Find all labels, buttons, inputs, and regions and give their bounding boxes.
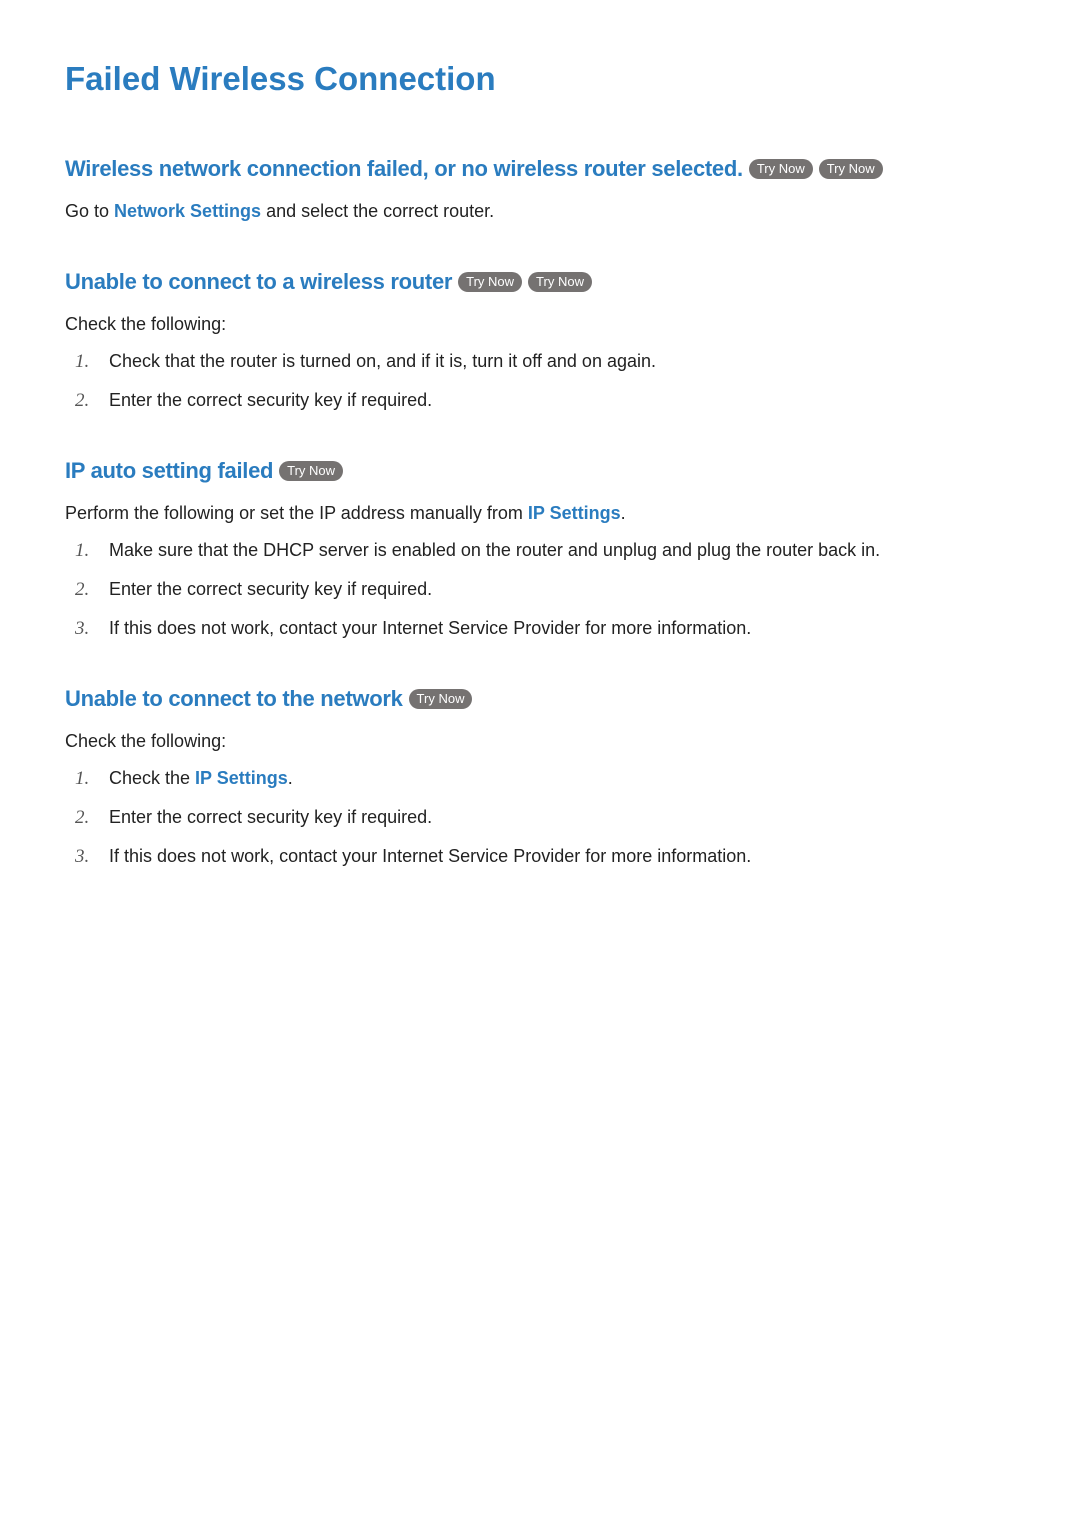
list-text: If this does not work, contact your Inte… — [109, 846, 751, 866]
text: Go to — [65, 201, 114, 221]
list-number: 2. — [75, 387, 89, 416]
page-title: Failed Wireless Connection — [65, 60, 1020, 98]
text: . — [621, 503, 626, 523]
text: and select the correct router. — [261, 201, 494, 221]
section-heading: Unable to connect to the network — [65, 686, 403, 712]
steps-list: 1. Check that the router is turned on, an… — [65, 348, 1020, 414]
section-heading: Unable to connect to a wireless router — [65, 269, 452, 295]
section-unable-connect-network: Unable to connect to the network Try Now… — [65, 686, 1020, 870]
list-number: 1. — [75, 765, 89, 794]
text: . — [288, 768, 293, 788]
list-number: 2. — [75, 804, 89, 833]
list-text: Check that the router is turned on, and … — [109, 351, 656, 371]
section-unable-connect-router: Unable to connect to a wireless router T… — [65, 269, 1020, 414]
steps-list: 1. Check the IP Settings. 2. Enter the cor… — [65, 765, 1020, 870]
list-item: 2. Enter the correct security key if requ… — [65, 804, 1020, 831]
list-item: 1. Check that the router is turned on, an… — [65, 348, 1020, 375]
list-text: Make sure that the DHCP server is enable… — [109, 540, 880, 560]
try-now-button[interactable]: Try Now — [409, 689, 473, 709]
list-text: If this does not work, contact your Inte… — [109, 618, 751, 638]
list-number: 1. — [75, 348, 89, 377]
list-item: 2. Enter the correct security key if requ… — [65, 576, 1020, 603]
text: Check the — [109, 768, 195, 788]
section-body: Perform the following or set the IP addr… — [65, 500, 1020, 527]
list-number: 2. — [75, 576, 89, 605]
section-body: Check the following: — [65, 311, 1020, 338]
list-text: Enter the correct security key if requir… — [109, 390, 432, 410]
section-heading: Wireless network connection failed, or n… — [65, 156, 743, 182]
try-now-button[interactable]: Try Now — [528, 272, 592, 292]
text: Perform the following or set the IP addr… — [65, 503, 528, 523]
section-heading-row: Unable to connect to the network Try Now — [65, 686, 1020, 712]
section-no-router-selected: Wireless network connection failed, or n… — [65, 156, 1020, 225]
section-heading: IP auto setting failed — [65, 458, 273, 484]
list-item: 1. Make sure that the DHCP server is enab… — [65, 537, 1020, 564]
list-item: 1. Check the IP Settings. — [65, 765, 1020, 792]
section-ip-auto-failed: IP auto setting failed Try Now Perform t… — [65, 458, 1020, 642]
network-settings-link[interactable]: Network Settings — [114, 201, 261, 221]
try-now-button[interactable]: Try Now — [819, 159, 883, 179]
list-number: 3. — [75, 615, 89, 644]
section-body: Go to Network Settings and select the co… — [65, 198, 1020, 225]
try-now-button[interactable]: Try Now — [749, 159, 813, 179]
list-number: 1. — [75, 537, 89, 566]
section-heading-row: IP auto setting failed Try Now — [65, 458, 1020, 484]
list-item: 2. Enter the correct security key if requ… — [65, 387, 1020, 414]
steps-list: 1. Make sure that the DHCP server is enab… — [65, 537, 1020, 642]
section-heading-row: Wireless network connection failed, or n… — [65, 156, 1020, 182]
list-item: 3. If this does not work, contact your In… — [65, 615, 1020, 642]
section-heading-row: Unable to connect to a wireless router T… — [65, 269, 1020, 295]
list-text: Enter the correct security key if requir… — [109, 579, 432, 599]
ip-settings-link[interactable]: IP Settings — [528, 503, 621, 523]
list-text: Enter the correct security key if requir… — [109, 807, 432, 827]
list-item: 3. If this does not work, contact your In… — [65, 843, 1020, 870]
list-number: 3. — [75, 843, 89, 872]
try-now-button[interactable]: Try Now — [279, 461, 343, 481]
section-body: Check the following: — [65, 728, 1020, 755]
try-now-button[interactable]: Try Now — [458, 272, 522, 292]
ip-settings-link[interactable]: IP Settings — [195, 768, 288, 788]
